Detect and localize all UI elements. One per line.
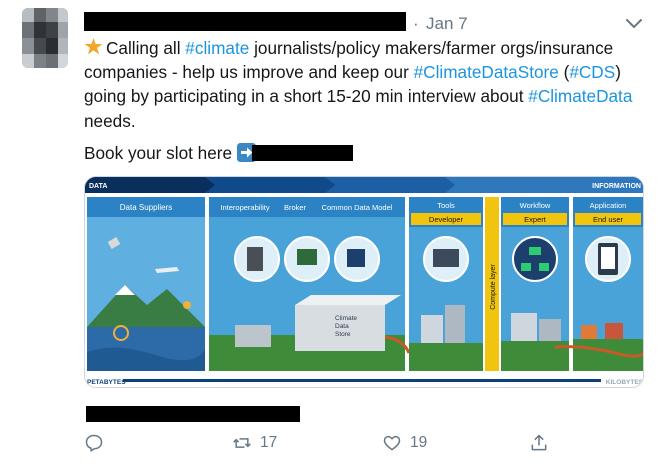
book-slot-line: Book your slot here — [84, 143, 256, 164]
tweet-date[interactable]: Jan 7 — [426, 14, 468, 34]
store-label-2: Data — [335, 323, 349, 330]
cds-infographic: DATA INFORMATION Data Suppliers Interope… — [85, 177, 644, 387]
developer-label: Developer — [429, 215, 464, 224]
tools-label: Tools — [437, 201, 455, 210]
data-label: DATA — [89, 183, 107, 190]
text-segment: Calling all — [106, 38, 186, 58]
like-count: 19 — [410, 434, 428, 451]
heart-icon — [383, 435, 401, 451]
store-label-3: Store — [335, 331, 351, 338]
workflow-panel: Workflow Expert — [501, 197, 569, 371]
redacted-footer-text — [86, 406, 300, 422]
hashtag-link[interactable]: #CDS — [569, 62, 615, 82]
retweet-count: 17 — [260, 434, 278, 451]
share-icon — [531, 434, 547, 451]
compute-layer: Compute layer — [485, 197, 499, 371]
chevron-down-icon[interactable] — [625, 18, 643, 30]
information-label: INFORMATION — [592, 183, 641, 190]
broker-panel: Interoperability Broker Common Data Mode… — [209, 197, 411, 371]
enduser-label: End user — [593, 215, 624, 224]
broker-label: Broker — [284, 203, 307, 212]
redacted-link[interactable] — [252, 145, 353, 161]
application-label: Application — [590, 201, 627, 210]
book-slot-text: Book your slot here — [84, 143, 233, 163]
tweet-line-1: Calling all #climate journalists/policy … — [84, 36, 644, 60]
avatar[interactable] — [22, 8, 68, 68]
compute-label: Compute layer — [490, 264, 497, 310]
interoperability-label: Interoperability — [220, 203, 269, 212]
text-segment: going by participating in a short 15-20 … — [84, 86, 529, 107]
tweet-line-3: going by participating in a short 15-20 … — [84, 84, 644, 108]
star-icon — [84, 38, 103, 55]
tools-panel: Tools Developer — [409, 197, 483, 371]
tweet-body: Calling all #climate journalists/policy … — [84, 36, 644, 133]
retweet-button[interactable]: 17 — [232, 430, 277, 456]
data-suppliers-panel: Data Suppliers — [87, 197, 205, 371]
store-label-1: Climate — [335, 315, 357, 322]
petabytes-label: PETABYTES — [87, 379, 126, 386]
infographic-image[interactable]: DATA INFORMATION Data Suppliers Interope… — [84, 176, 644, 388]
reply-icon — [85, 434, 103, 452]
hashtag-link[interactable]: #ClimateData — [528, 86, 632, 106]
reply-button[interactable] — [84, 430, 112, 456]
share-button[interactable] — [529, 430, 549, 456]
workflow-label: Workflow — [520, 201, 551, 210]
text-segment: companies - help us improve and keep our — [84, 62, 414, 83]
hashtag-link[interactable]: #climate — [185, 38, 249, 58]
date-separator: · — [413, 14, 419, 33]
text-segment: needs. — [84, 110, 136, 131]
expert-label: Expert — [524, 215, 547, 224]
tweet-line-2: companies - help us improve and keep our… — [84, 60, 644, 84]
tweet-actions: 17 19 — [0, 430, 664, 460]
hashtag-link[interactable]: #ClimateDataStore — [414, 62, 559, 82]
cdm-label: Common Data Model — [322, 203, 393, 212]
panel-label: Data Suppliers — [120, 203, 172, 212]
text-segment: ) — [615, 62, 621, 83]
text-segment: journalists/policy makers/farmer orgs/in… — [249, 38, 614, 58]
retweet-icon — [233, 438, 251, 448]
tweet-line-4: needs. — [84, 109, 644, 133]
tweet-card[interactable]: · Jan 7 Calling all #climate journalists… — [0, 0, 664, 470]
redacted-display-name[interactable] — [84, 12, 406, 31]
like-button[interactable]: 19 — [382, 430, 427, 456]
kilobytes-label: KILOBYTES — [606, 379, 644, 386]
text-segment: ( — [558, 62, 570, 83]
